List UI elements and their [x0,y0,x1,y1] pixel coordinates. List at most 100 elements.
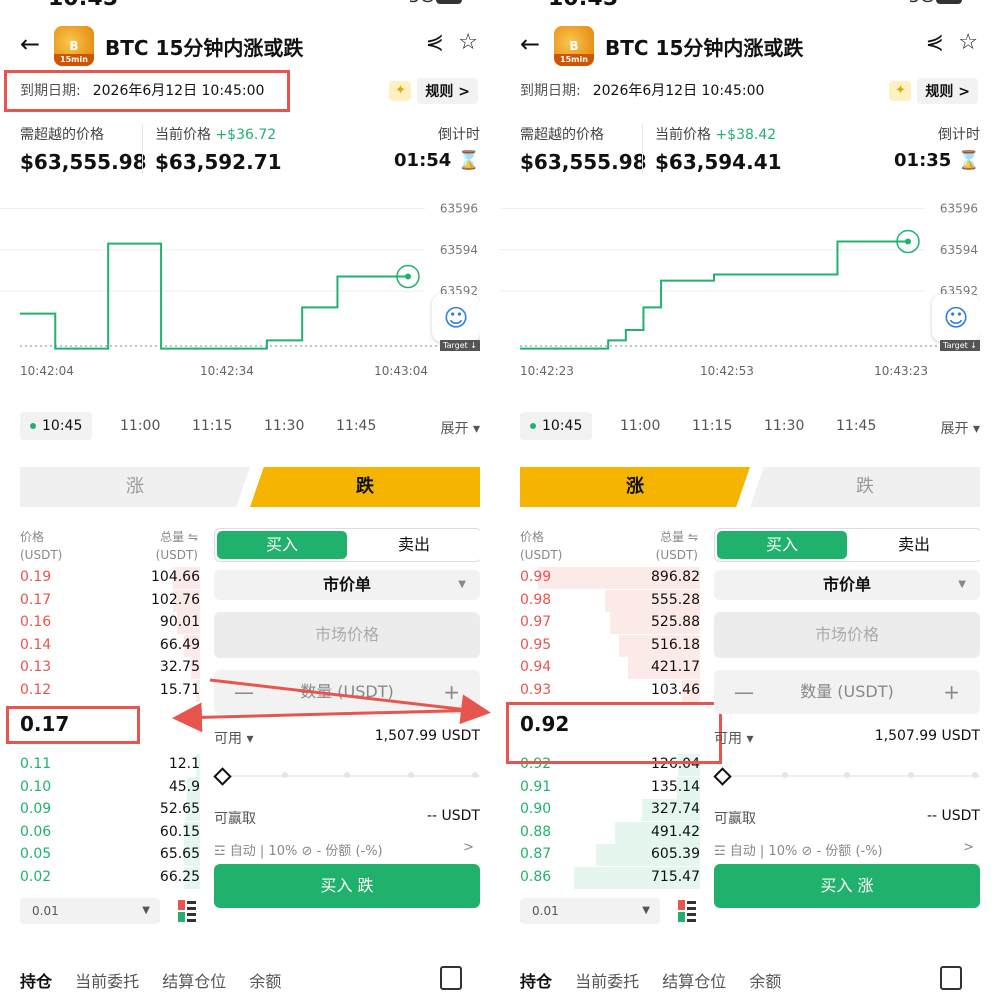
star-icon[interactable]: ☆ [458,30,478,55]
star-icon[interactable]: ☆ [958,30,978,55]
bid-row[interactable]: 0.06 60.15 [20,821,200,844]
qty-head[interactable]: 总量 ⇋ [140,528,198,546]
time-tab-active[interactable]: 10:45 [20,412,93,440]
time-tab[interactable]: 11:15 [692,418,732,434]
qty-head[interactable]: 总量 ⇋ [640,528,698,546]
ask-row[interactable]: 0.95 516.18 [520,634,700,657]
slider-knob[interactable] [713,767,732,786]
slider-tick[interactable] [472,772,478,778]
tab-balance[interactable]: 余额 [749,972,781,991]
time-tab-active[interactable]: 10:45 [520,412,593,440]
slider-track[interactable] [224,775,480,777]
order-type-select[interactable]: 市价单 ▼ [714,570,980,600]
auto-settings[interactable]: ☲ 自动 | 10% ⊘ - 份额 (-%) > [714,840,980,859]
quantity-stepper[interactable]: — 数量 (USDT) + [714,670,980,714]
minus-icon[interactable]: — [734,670,754,714]
ask-row[interactable]: 0.93 103.46 [520,679,700,702]
gift-icon[interactable]: ✦ [389,81,412,101]
history-icon[interactable] [440,966,462,990]
chevron-right-icon[interactable]: > [463,840,474,855]
depth-select[interactable]: 0.01 ▼ [20,898,160,924]
minus-icon[interactable]: — [234,670,254,714]
order-type-select[interactable]: 市价单 ▼ [214,570,480,600]
time-tab[interactable]: 11:00 [120,418,160,434]
quantity-input[interactable]: 数量 (USDT) [800,682,894,701]
assistant-robot-icon[interactable]: ☺ [932,294,980,342]
tab-positions[interactable]: 持仓 [20,972,52,991]
quantity-input[interactable]: 数量 (USDT) [300,682,394,701]
tab-positions[interactable]: 持仓 [520,972,552,991]
time-tab[interactable]: 11:45 [336,418,376,434]
slider-tick[interactable] [282,772,288,778]
slider-knob[interactable] [213,767,232,786]
toggle-down-button[interactable]: 跌 [750,467,980,507]
bid-row[interactable]: 0.09 52.65 [20,799,200,821]
bid-row[interactable]: 0.86 715.47 [520,866,700,889]
price-chart[interactable]: 635966359463592 [500,188,980,363]
bid-row[interactable]: 0.10 45.9 [20,776,200,799]
available-label[interactable]: 可用 ▾ [214,731,253,747]
tab-open-orders[interactable]: 当前委托 [575,972,639,991]
ask-row[interactable]: 0.14 66.49 [20,634,200,657]
bid-row[interactable]: 0.02 66.25 [20,866,200,889]
slider-tick[interactable] [344,772,350,778]
ask-row[interactable]: 0.94 421.17 [520,657,700,679]
buy-button[interactable]: 买入 涨 [714,864,980,908]
bid-row[interactable]: 0.88 491.42 [520,821,700,844]
depth-select[interactable]: 0.01 ▼ [520,898,660,924]
slider-track[interactable] [724,775,980,777]
expand-button[interactable]: 展开 ▾ [941,418,980,438]
bid-row[interactable]: 0.05 65.65 [20,844,200,866]
toggle-up-button[interactable]: 涨 [20,467,250,507]
share-icon[interactable]: ⋞ [426,30,444,55]
bid-row[interactable]: 0.90 327.74 [520,799,700,821]
ask-row[interactable]: 0.98 555.28 [520,589,700,612]
assistant-robot-icon[interactable]: ☺ [432,294,480,342]
share-icon[interactable]: ⋞ [926,30,944,55]
tab-settled[interactable]: 结算仓位 [662,972,726,991]
ask-row[interactable]: 0.17 102.76 [20,589,200,612]
back-arrow-icon[interactable]: ← [520,30,540,58]
slider-tick[interactable] [972,772,978,778]
price-chart[interactable]: 635966359463592 [0,188,480,363]
ask-row[interactable]: 0.99 896.82 [520,567,700,589]
back-arrow-icon[interactable]: ← [20,30,40,58]
slider-tick[interactable] [908,772,914,778]
orderbook-layout-icon[interactable] [678,900,696,922]
rules-link[interactable]: ✦ 规则 > [889,78,978,104]
ask-row[interactable]: 0.97 525.88 [520,612,700,634]
time-tab[interactable]: 11:45 [836,418,876,434]
slider-tick[interactable] [844,772,850,778]
ask-row[interactable]: 0.19 104.66 [20,567,200,589]
available-label[interactable]: 可用 ▾ [714,731,753,747]
slider-tick[interactable] [408,772,414,778]
slider-tick[interactable] [782,772,788,778]
gift-icon[interactable]: ✦ [889,81,912,101]
tab-settled[interactable]: 结算仓位 [162,972,226,991]
time-tab[interactable]: 11:15 [192,418,232,434]
ask-row[interactable]: 0.16 90.01 [20,612,200,634]
time-tab[interactable]: 11:30 [264,418,304,434]
ask-row[interactable]: 0.12 15.71 [20,679,200,702]
tab-open-orders[interactable]: 当前委托 [75,972,139,991]
bid-row[interactable]: 0.87 605.39 [520,844,700,866]
auto-settings[interactable]: ☲ 自动 | 10% ⊘ - 份额 (-%) > [214,840,480,859]
amount-slider[interactable] [713,766,980,786]
time-tab[interactable]: 11:30 [764,418,804,434]
sell-tab[interactable]: 卖出 [849,531,979,559]
ask-row[interactable]: 0.13 32.75 [20,657,200,679]
bid-row[interactable]: 0.11 12.1 [20,754,200,776]
orderbook-layout-icon[interactable] [178,900,196,922]
amount-slider[interactable] [213,766,480,786]
chevron-right-icon[interactable]: > [963,840,974,855]
toggle-down-button[interactable]: 跌 [250,467,480,507]
plus-icon[interactable]: + [443,670,460,714]
rules-link[interactable]: ✦ 规则 > [389,78,478,104]
tab-balance[interactable]: 余额 [249,972,281,991]
buy-button[interactable]: 买入 跌 [214,864,480,908]
sell-tab[interactable]: 卖出 [349,531,479,559]
buy-tab[interactable]: 买入 [217,531,347,559]
history-icon[interactable] [940,966,962,990]
expand-button[interactable]: 展开 ▾ [441,418,480,438]
time-tab[interactable]: 11:00 [620,418,660,434]
